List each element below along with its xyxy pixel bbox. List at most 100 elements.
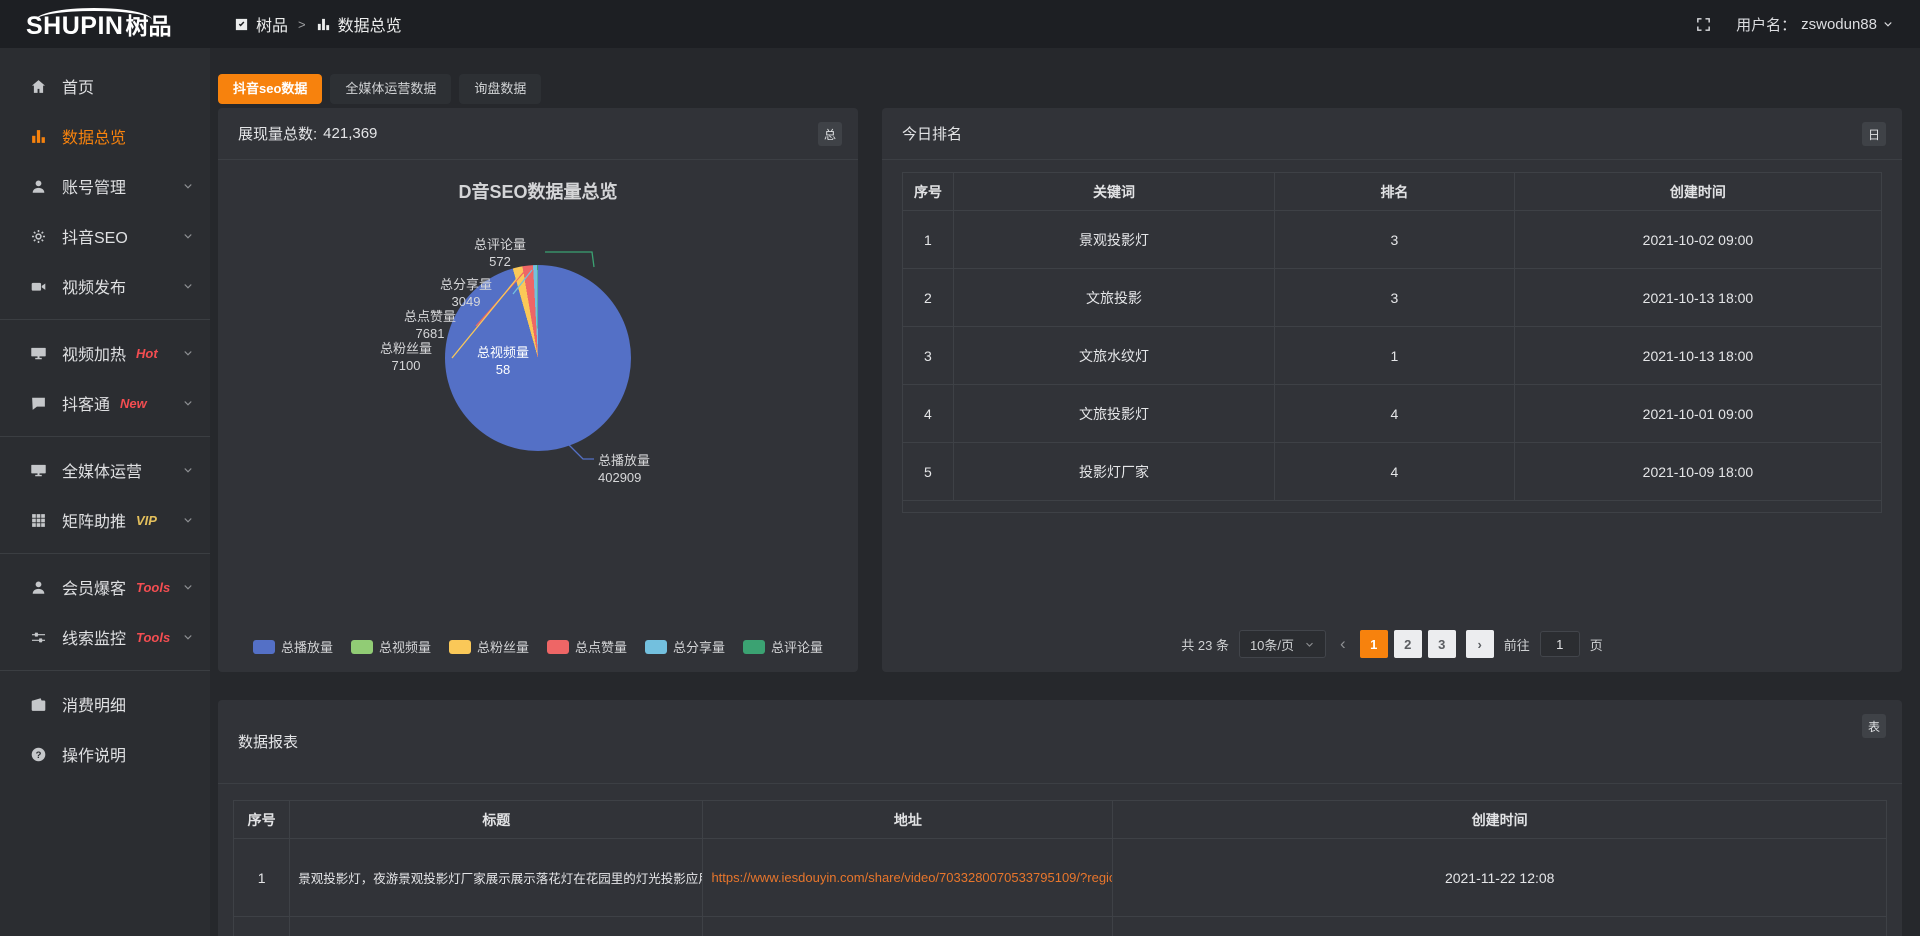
sidebar-item-label: 数据总览 bbox=[62, 124, 126, 148]
next-page-button[interactable]: › bbox=[1466, 630, 1494, 658]
monitor-icon bbox=[30, 462, 49, 479]
pagination: 共 23 条 10条/页 ‹ 123 › 前往 页 bbox=[882, 630, 1902, 658]
sidebar-item-label: 账号管理 bbox=[62, 174, 126, 198]
sidebar-item-label: 消费明细 bbox=[62, 692, 126, 716]
overview-total-value: 421,369 bbox=[323, 125, 377, 142]
sidebar-item-label: 全媒体运营 bbox=[62, 458, 142, 482]
sidebar-item-label: 会员爆客 bbox=[62, 575, 126, 599]
report-link[interactable]: https://www.iesdouyin.com/share/video/70… bbox=[711, 870, 1112, 885]
legend-swatch bbox=[253, 640, 275, 654]
sidebar-item-member[interactable]: 会员爆客Tools bbox=[0, 562, 210, 612]
rank-row-stub bbox=[903, 501, 1882, 513]
chevron-down-icon bbox=[182, 180, 194, 192]
sidebar-item-video-publish[interactable]: 视频发布 bbox=[0, 261, 210, 311]
legend-label: 总评论量 bbox=[771, 637, 823, 656]
chevron-down-icon bbox=[182, 347, 194, 359]
rank-row: 3文旅水纹灯12021-10-13 18:00 bbox=[903, 327, 1882, 385]
rank-panel: 今日排名 日 序号关键词排名创建时间 1景观投影灯32021-10-02 09:… bbox=[882, 108, 1902, 672]
user-menu[interactable]: 用户名： zswodun88 bbox=[1736, 14, 1894, 35]
rank-column-header: 创建时间 bbox=[1514, 173, 1881, 211]
sidebar-item-data-overview[interactable]: 数据总览 bbox=[0, 111, 210, 161]
rank-column-header: 排名 bbox=[1275, 173, 1515, 211]
goto-page-input[interactable] bbox=[1540, 631, 1580, 657]
legend-swatch bbox=[351, 640, 373, 654]
sidebar-item-matrix-boost[interactable]: 矩阵助推VIP bbox=[0, 495, 210, 545]
main-content: 抖音seo数据全媒体运营数据询盘数据 展现量总数: 421,369 总 D音SE… bbox=[210, 48, 1920, 936]
sidebar-item-badge: Tools bbox=[136, 630, 170, 645]
rank-panel-header: 今日排名 bbox=[882, 108, 1902, 160]
report-column-header: 标题 bbox=[290, 801, 703, 839]
home-icon bbox=[30, 78, 49, 95]
sidebar-item-douyin-seo[interactable]: 抖音SEO bbox=[0, 211, 210, 261]
page-size-select[interactable]: 10条/页 bbox=[1239, 630, 1326, 658]
overview-corner-badge[interactable]: 总 bbox=[818, 122, 842, 146]
fullscreen-icon[interactable] bbox=[1695, 16, 1712, 33]
report-corner-badge[interactable]: 表 bbox=[1862, 714, 1886, 738]
prev-page-button[interactable]: ‹ bbox=[1336, 634, 1350, 654]
report-panel-title: 数据报表 bbox=[238, 731, 298, 752]
sidebar-item-label: 视频发布 bbox=[62, 274, 126, 298]
divider bbox=[0, 670, 210, 671]
sidebar-item-video-heat[interactable]: 视频加热Hot bbox=[0, 328, 210, 378]
chart-title: D音SEO数据量总览 bbox=[218, 178, 858, 204]
legend-item-1[interactable]: 总视频量 bbox=[351, 637, 431, 656]
gear-icon bbox=[30, 228, 49, 245]
sidebar-item-help[interactable]: ?操作说明 bbox=[0, 729, 210, 779]
legend-label: 总分享量 bbox=[673, 637, 725, 656]
chevron-down-icon bbox=[182, 581, 194, 593]
page-button-3[interactable]: 3 bbox=[1428, 630, 1456, 658]
legend-item-4[interactable]: 总分享量 bbox=[645, 637, 725, 656]
wallet-icon bbox=[30, 696, 49, 713]
legend-item-5[interactable]: 总评论量 bbox=[743, 637, 823, 656]
legend-item-0[interactable]: 总播放量 bbox=[253, 637, 333, 656]
report-created: 2021-11-22 12:08 bbox=[1113, 839, 1887, 917]
sidebar-item-media-ops[interactable]: 全媒体运营 bbox=[0, 445, 210, 495]
page-button-1[interactable]: 1 bbox=[1360, 630, 1388, 658]
rank-column-header: 关键词 bbox=[953, 173, 1274, 211]
svg-text:?: ? bbox=[36, 749, 42, 760]
sidebar-item-label: 线索监控 bbox=[62, 625, 126, 649]
report-header-row: 序号标题地址创建时间 bbox=[234, 801, 1887, 839]
report-column-header: 序号 bbox=[234, 801, 290, 839]
chevron-down-icon bbox=[182, 397, 194, 409]
topbar: SHUPIN 树品 树品 > 数据总览 用户名： zswodun88 bbox=[0, 0, 1920, 48]
divider bbox=[0, 553, 210, 554]
rank-panel-title: 今日排名 bbox=[902, 123, 962, 144]
page-button-2[interactable]: 2 bbox=[1394, 630, 1422, 658]
legend-swatch bbox=[645, 640, 667, 654]
pagination-total: 共 23 条 bbox=[1181, 635, 1229, 654]
legend-item-2[interactable]: 总粉丝量 bbox=[449, 637, 529, 656]
overview-total-label: 展现量总数: bbox=[238, 123, 317, 144]
sidebar-item-clue-monitor[interactable]: 线索监控 Tools bbox=[0, 612, 210, 662]
tab-1[interactable]: 全媒体运营数据 bbox=[330, 74, 451, 104]
page-buttons: 123 bbox=[1360, 630, 1456, 658]
tab-0[interactable]: 抖音seo数据 bbox=[218, 74, 322, 104]
sidebar-item-home[interactable]: 首页 bbox=[0, 61, 210, 111]
sidebar-item-consume-detail[interactable]: 消费明细 bbox=[0, 679, 210, 729]
chevron-down-icon bbox=[182, 230, 194, 242]
sidebar-item-doukotong[interactable]: 抖客通 New bbox=[0, 378, 210, 428]
pie-label-plays: 总播放量 402909 bbox=[598, 452, 708, 486]
sidebar-item-badge: Hot bbox=[136, 346, 158, 361]
overview-panel: 展现量总数: 421,369 总 D音SEO数据量总览 总评论量 572 bbox=[218, 108, 858, 672]
legend-item-3[interactable]: 总点赞量 bbox=[547, 637, 627, 656]
breadcrumb-app[interactable]: 树品 bbox=[256, 12, 288, 36]
app-logo: SHUPIN 树品 bbox=[0, 7, 210, 41]
video-publish-icon bbox=[30, 278, 49, 295]
rank-corner-badge[interactable]: 日 bbox=[1862, 122, 1886, 146]
sidebar-item-label: 抖客通 bbox=[62, 391, 110, 415]
sidebar-item-account[interactable]: 账号管理 bbox=[0, 161, 210, 211]
breadcrumb: 树品 > 数据总览 bbox=[234, 12, 402, 36]
sliders-icon bbox=[30, 629, 49, 646]
chevron-down-icon bbox=[182, 280, 194, 292]
sidebar-item-badge: New bbox=[120, 396, 147, 411]
sidebar-item-label: 首页 bbox=[62, 74, 94, 98]
report-panel-header: 数据报表 bbox=[218, 700, 1902, 784]
legend-label: 总点赞量 bbox=[575, 637, 627, 656]
breadcrumb-page[interactable]: 数据总览 bbox=[338, 12, 402, 36]
legend-label: 总播放量 bbox=[281, 637, 333, 656]
username-label: 用户名： bbox=[1736, 14, 1796, 35]
overview-panel-header: 展现量总数: 421,369 bbox=[218, 108, 858, 160]
tab-2[interactable]: 询盘数据 bbox=[459, 74, 541, 104]
report-row-stub bbox=[234, 917, 1887, 936]
